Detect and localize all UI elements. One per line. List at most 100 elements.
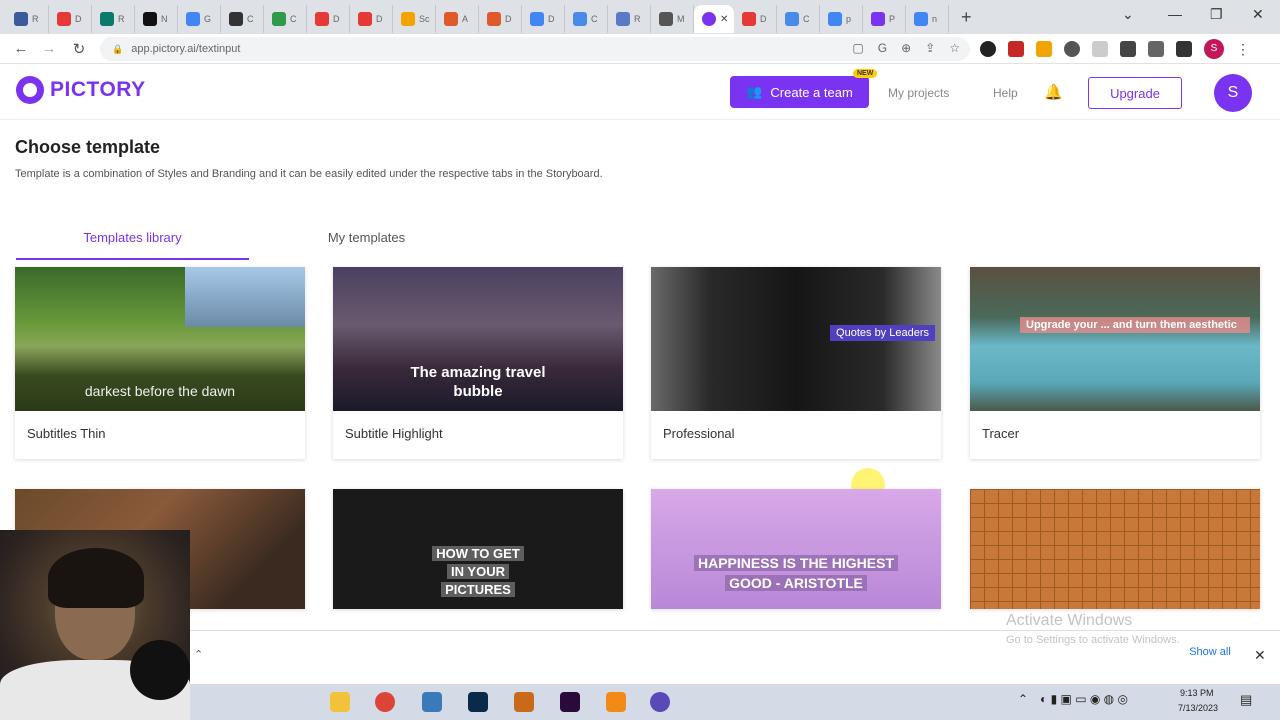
help-link[interactable]: Help (993, 86, 1018, 100)
app-icon-2[interactable] (514, 692, 534, 712)
close-downloads-icon[interactable]: ✕ (1254, 647, 1266, 664)
extension-3-icon[interactable] (1036, 41, 1052, 57)
browser-tab-right-4[interactable]: n (906, 5, 949, 33)
tab-title: M (677, 14, 685, 24)
template-thumbnail (970, 489, 1260, 609)
app-icon-4[interactable] (650, 692, 670, 712)
caption-line-2: GOOD - ARISTOTLE (725, 575, 867, 591)
close-window-icon[interactable]: ✕ (1252, 6, 1264, 23)
browser-tab-right-0[interactable]: D (734, 5, 777, 33)
close-tab-icon[interactable]: ✕ (720, 14, 728, 25)
tab-search-icon[interactable]: ⌄ (1122, 6, 1134, 23)
browser-tab-15[interactable]: M (651, 5, 694, 33)
browser-tab-5[interactable]: C (221, 5, 264, 33)
my-projects-link[interactable]: My projects (888, 86, 949, 100)
browser-tab-14[interactable]: R (608, 5, 651, 33)
forward-icon[interactable]: → (34, 40, 64, 57)
page-title: Choose template (15, 137, 161, 157)
browser-tab-right-2[interactable]: p (820, 5, 863, 33)
browser-tab-10[interactable]: A (436, 5, 479, 33)
user-avatar[interactable]: S (1214, 74, 1252, 112)
premiere-icon[interactable] (560, 692, 580, 712)
template-card-subtitle-highlight[interactable]: The amazing travel bubble Subtitle Highl… (333, 267, 623, 459)
template-card-professional[interactable]: Quotes by Leaders Professional (651, 267, 941, 459)
browser-tab-right-1[interactable]: C (777, 5, 820, 33)
tab-title: C (247, 14, 254, 24)
template-card-subtitles-thin[interactable]: darkest before the dawn Subtitles Thin (15, 267, 305, 459)
share-icon[interactable]: ⇪ (925, 41, 935, 55)
tab-my-templates[interactable]: My templates (300, 222, 433, 245)
template-card-row2-3[interactable]: HAPPINESS IS THE HIGHEST GOOD - ARISTOTL… (651, 489, 941, 609)
logo-text: PICTORY (50, 78, 146, 101)
tab-title: D (376, 14, 383, 24)
puzzle-extensions-icon[interactable] (1120, 41, 1136, 57)
back-icon[interactable]: ← (6, 40, 36, 57)
extension-2-icon[interactable] (1008, 41, 1024, 57)
chrome-icon[interactable] (375, 692, 395, 712)
extension-4-icon[interactable] (1064, 41, 1080, 57)
tab-title: D (548, 14, 555, 24)
browser-tab-13[interactable]: C (565, 5, 608, 33)
browser-tab-6[interactable]: C (264, 5, 307, 33)
create-team-button[interactable]: 👥 Create a team (730, 76, 869, 108)
browser-tab-11[interactable]: D (479, 5, 522, 33)
template-card-tracer[interactable]: Upgrade your ... and turn them aesthetic… (970, 267, 1260, 459)
tray-chevron-icon[interactable]: ⌃ (1018, 692, 1028, 706)
tab-templates-library[interactable]: Templates library (16, 222, 249, 260)
reading-list-icon[interactable] (1148, 41, 1164, 57)
url-bar[interactable]: 🔒 app.pictory.ai/textinput ▢ G ⊕ ⇪ ☆ (100, 37, 970, 61)
browser-tab-4[interactable]: G (178, 5, 221, 33)
template-card-row2-2[interactable]: HOW TO GET IN YOUR PICTURES (333, 489, 623, 609)
tray-icons[interactable]: ◐ ▮ ▣ ▭ ◉ ◍ ◎ (1040, 692, 1128, 706)
chrome-menu-icon[interactable]: ⋮ (1236, 41, 1250, 58)
new-tab-icon[interactable]: + (961, 7, 972, 28)
browser-tab-8[interactable]: D (350, 5, 393, 33)
browser-tab-7[interactable]: D (307, 5, 350, 33)
bookmark-star-icon[interactable]: ☆ (949, 41, 960, 55)
browser-tab-3[interactable]: N (135, 5, 178, 33)
tab-favicon-icon (14, 12, 28, 26)
google-icon[interactable]: G (878, 41, 887, 55)
new-badge: NEW (853, 69, 878, 78)
browser-tab-9[interactable]: Sc (393, 5, 436, 33)
side-panel-icon[interactable] (1176, 41, 1192, 57)
tab-active-pictory[interactable]: ✕ (694, 5, 734, 33)
extension-1-icon[interactable] (980, 41, 996, 57)
browser-tab-12[interactable]: D (522, 5, 565, 33)
app-icon[interactable] (422, 692, 442, 712)
install-app-icon[interactable]: ⊕ (901, 41, 911, 55)
browser-tab-0[interactable]: R (6, 5, 49, 33)
minimize-icon[interactable]: — (1168, 6, 1182, 22)
template-tabs: Templates library My templates (0, 222, 1280, 262)
notification-center-icon[interactable]: ▤ (1240, 692, 1252, 708)
browser-tab-right-3[interactable]: P (863, 5, 906, 33)
caption-line-3: PICTURES (441, 582, 515, 597)
tab-favicon-icon (186, 12, 200, 26)
tab-favicon-icon (143, 12, 157, 26)
restore-icon[interactable]: ❐ (1210, 6, 1223, 23)
thumbnail-caption: HAPPINESS IS THE HIGHEST GOOD - ARISTOTL… (651, 553, 941, 593)
chevron-up-icon[interactable]: ⌃ (194, 648, 203, 661)
tab-title: A (462, 14, 469, 24)
browser-profile-avatar[interactable]: S (1204, 39, 1224, 59)
browser-tab-2[interactable]: R (92, 5, 135, 33)
app-icon-3[interactable] (606, 692, 626, 712)
template-thumbnail: HAPPINESS IS THE HIGHEST GOOD - ARISTOTL… (651, 489, 941, 609)
file-explorer-icon[interactable] (330, 692, 350, 712)
template-card-row2-4[interactable] (970, 489, 1260, 609)
extension-5-icon[interactable] (1092, 41, 1108, 57)
screenshot-icon[interactable]: ▢ (852, 41, 863, 55)
photoshop-icon[interactable] (468, 692, 488, 712)
tab-title: D (333, 14, 340, 24)
browser-tab-1[interactable]: D (49, 5, 92, 33)
team-icon: 👥 (746, 84, 763, 99)
tab-favicon-icon (659, 12, 673, 26)
reload-icon[interactable]: ↻ (64, 40, 94, 58)
tab-title: C (591, 14, 598, 24)
show-all-downloads-link[interactable]: Show all (1180, 646, 1240, 658)
pictory-logo[interactable]: PICTORY (16, 76, 146, 104)
upgrade-button[interactable]: Upgrade (1088, 77, 1182, 109)
tray-time: 9:13 PM (1180, 688, 1214, 698)
notification-bell-icon[interactable]: 🔔 (1044, 83, 1063, 101)
tab-title: N (161, 14, 168, 24)
